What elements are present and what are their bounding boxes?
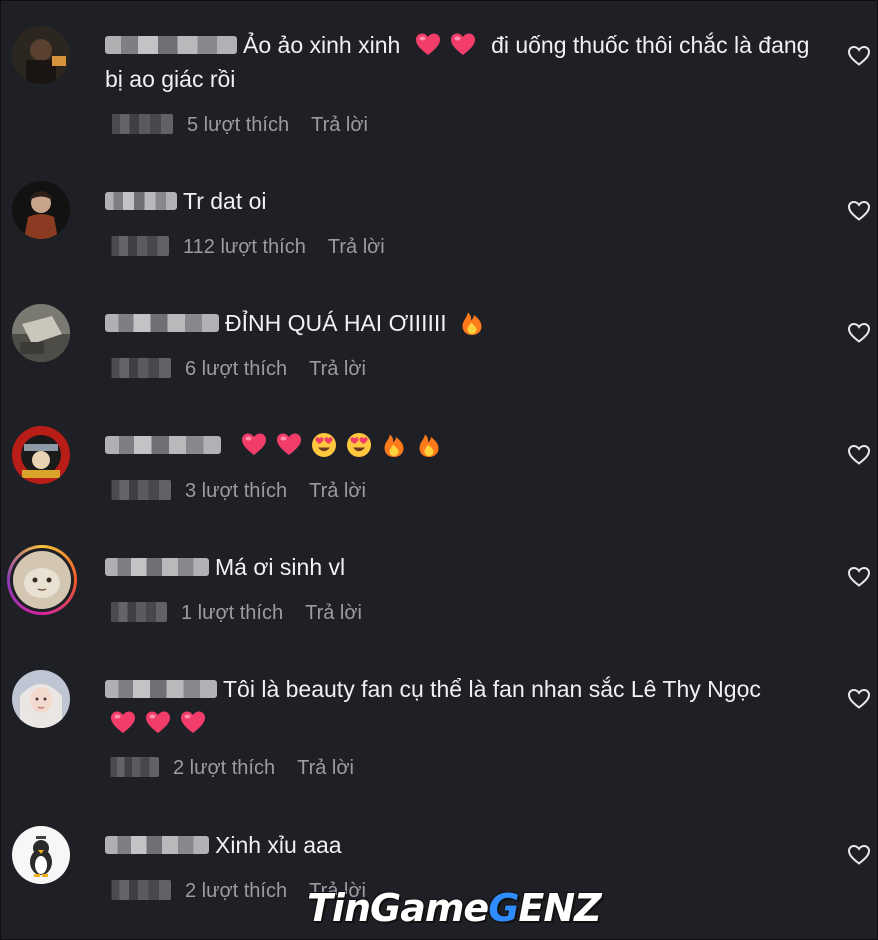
like-count[interactable]: 112 lượt thích	[183, 236, 306, 258]
like-heart-icon[interactable]	[847, 443, 871, 467]
comment-text-part: Tôi là beauty fan cụ thể là fan nhan sắc…	[223, 676, 761, 702]
blurred-username[interactable]	[105, 192, 177, 210]
blurred-timestamp[interactable]	[105, 602, 167, 622]
heart-eyes-icon	[346, 432, 372, 458]
watermark-text: TinGame	[307, 886, 489, 930]
comment-text: ĐỈNH QUÁ HAI ƠIIIIII	[105, 306, 820, 340]
like-heart-icon[interactable]	[847, 687, 871, 711]
reply-button[interactable]: Trả lời	[328, 236, 385, 258]
blurred-username[interactable]	[105, 836, 209, 854]
comment-meta: 1 lượt thích Trả lời	[105, 600, 362, 626]
reply-button[interactable]: Trả lời	[311, 114, 368, 136]
blurred-username[interactable]	[105, 680, 217, 698]
blurred-username[interactable]	[105, 36, 237, 54]
comment-meta: 5 lượt thích Trả lời	[105, 112, 368, 138]
comment-text-part: Xinh xỉu aaa	[215, 832, 342, 858]
avatar[interactable]	[12, 826, 70, 884]
comment-text: Tôi là beauty fan cụ thể là fan nhan sắc…	[105, 672, 820, 740]
red-heart-icon	[110, 710, 136, 736]
red-heart-icon	[415, 32, 441, 58]
fire-icon	[416, 432, 442, 458]
fire-icon	[459, 310, 485, 336]
like-count[interactable]: 2 lượt thích	[173, 757, 275, 779]
watermark-logo: TinGameGENZ	[307, 881, 602, 935]
comment-text-part: Ảo ảo xinh xinh	[243, 32, 401, 58]
like-count[interactable]: 6 lượt thích	[185, 358, 287, 380]
blurred-username[interactable]	[105, 436, 221, 454]
like-count[interactable]: 1 lượt thích	[181, 602, 283, 624]
heart-eyes-icon	[311, 432, 337, 458]
watermark-text: ENZ	[518, 886, 601, 930]
comment-meta: 112 lượt thích Trả lời	[105, 234, 385, 260]
like-heart-icon[interactable]	[847, 321, 871, 345]
comment-text: Xinh xỉu aaa	[105, 828, 820, 862]
blurred-timestamp[interactable]	[105, 757, 159, 777]
comment-text: Tr dat oi	[105, 184, 820, 218]
red-heart-icon	[241, 432, 267, 458]
avatar[interactable]	[12, 670, 70, 728]
avatar[interactable]	[12, 26, 70, 84]
watermark-text-accent: G	[488, 886, 519, 930]
blurred-timestamp[interactable]	[105, 236, 169, 256]
red-heart-icon	[450, 32, 476, 58]
avatar[interactable]	[12, 426, 70, 484]
comment-text-part: ĐỈNH QUÁ HAI ƠIIIIII	[225, 310, 447, 336]
comments-panel: Ảo ảo xinh xinh đi uống thuốc thôi chắc …	[0, 0, 878, 940]
like-heart-icon[interactable]	[847, 843, 871, 867]
blurred-timestamp[interactable]	[105, 358, 171, 378]
avatar[interactable]	[12, 304, 70, 362]
like-heart-icon[interactable]	[847, 44, 871, 68]
reply-button[interactable]: Trả lời	[305, 602, 362, 624]
comment-meta: 3 lượt thích Trả lời	[105, 478, 366, 504]
avatar-story-ring[interactable]	[7, 545, 77, 615]
comment-text-part: Má ơi sinh vl	[215, 554, 346, 580]
like-count[interactable]: 3 lượt thích	[185, 480, 287, 502]
comment-text: Ảo ảo xinh xinh đi uống thuốc thôi chắc …	[105, 28, 820, 96]
like-count[interactable]: 2 lượt thích	[185, 880, 287, 902]
red-heart-icon	[180, 710, 206, 736]
comment-text	[105, 428, 820, 462]
blurred-username[interactable]	[105, 558, 209, 576]
reply-button[interactable]: Trả lời	[309, 358, 366, 380]
like-heart-icon[interactable]	[847, 565, 871, 589]
red-heart-icon	[145, 710, 171, 736]
reply-button[interactable]: Trả lời	[309, 480, 366, 502]
blurred-username[interactable]	[105, 314, 219, 332]
blurred-timestamp[interactable]	[105, 480, 171, 500]
blurred-timestamp[interactable]	[105, 114, 173, 134]
like-count[interactable]: 5 lượt thích	[187, 114, 289, 136]
like-heart-icon[interactable]	[847, 199, 871, 223]
avatar[interactable]	[12, 181, 70, 239]
comment-text: Má ơi sinh vl	[105, 550, 820, 584]
comment-text-part: Tr dat oi	[183, 188, 267, 214]
reply-button[interactable]: Trả lời	[297, 757, 354, 779]
red-heart-icon	[276, 432, 302, 458]
comment-meta: 2 lượt thích Trả lời	[105, 755, 354, 781]
fire-icon	[381, 432, 407, 458]
comment-meta: 6 lượt thích Trả lời	[105, 356, 366, 382]
blurred-timestamp[interactable]	[105, 880, 171, 900]
